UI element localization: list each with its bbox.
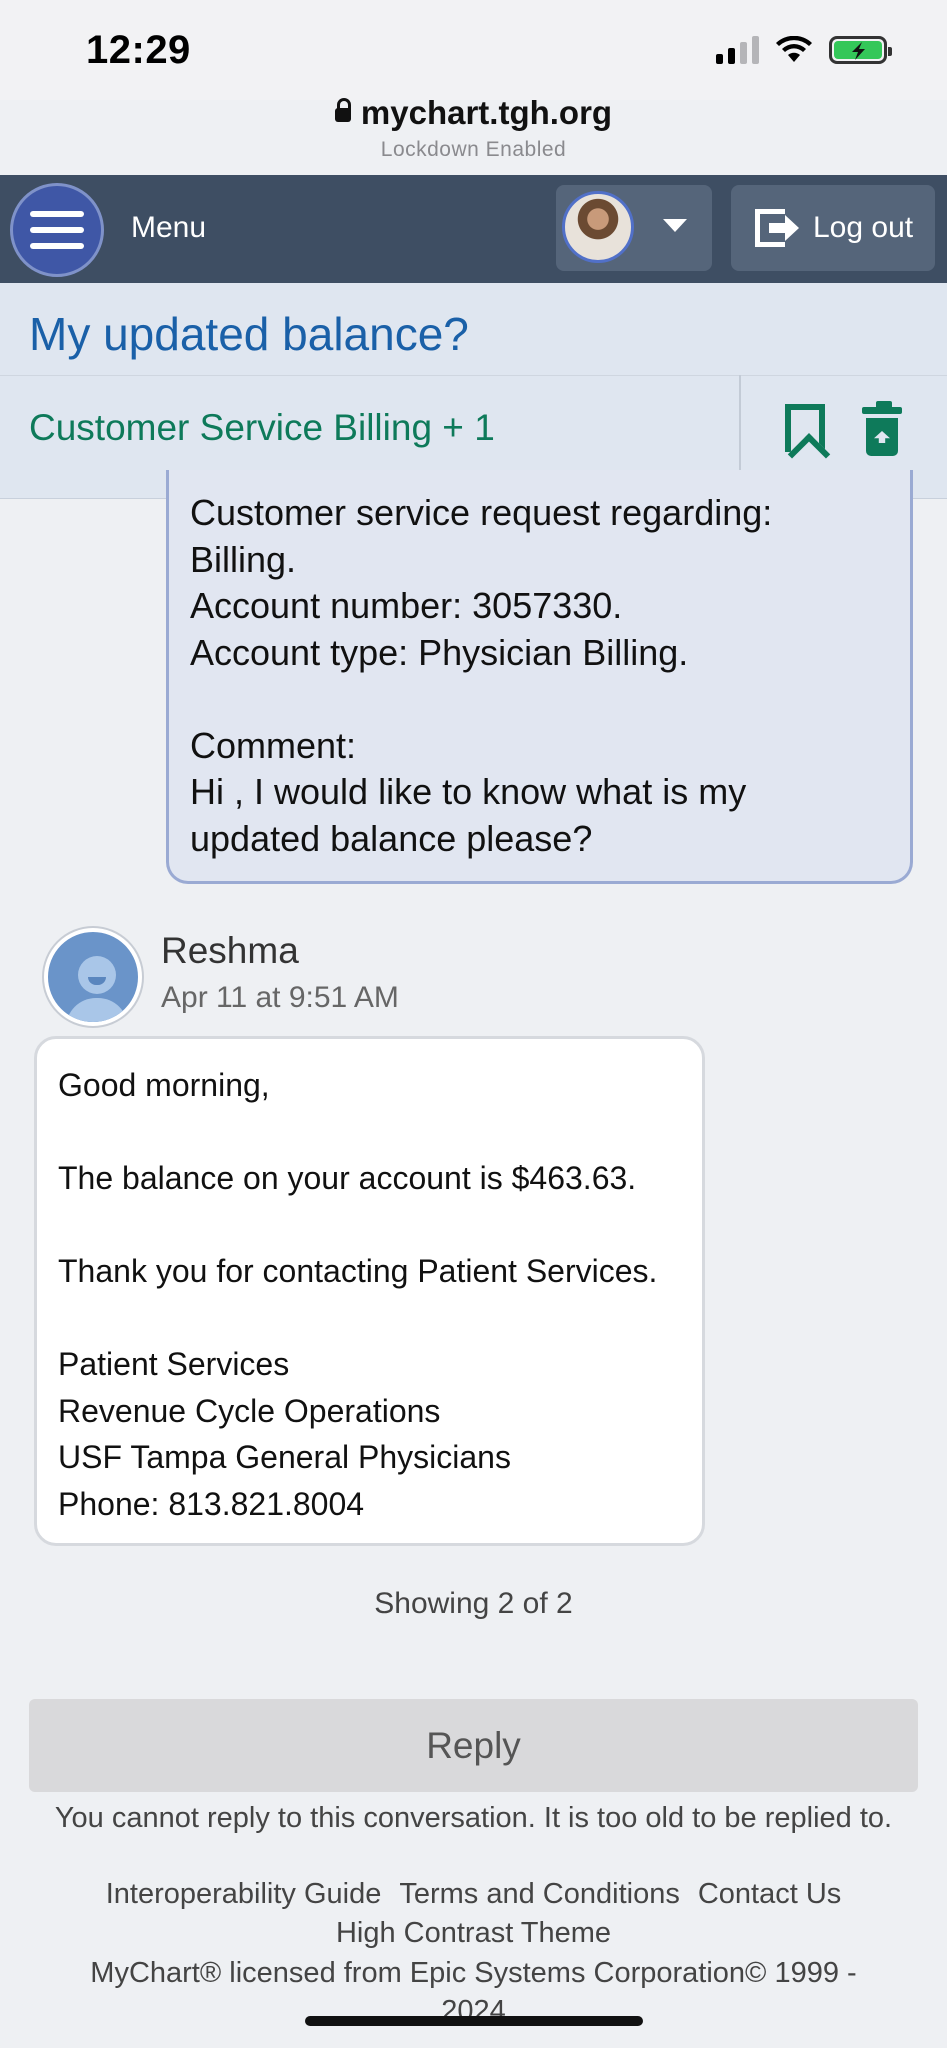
logout-button[interactable]: Log out [731,185,935,271]
conversation-header: My updated balance? Customer Service Bil… [0,283,947,499]
logout-label: Log out [813,211,914,244]
lockdown-label: Lockdown Enabled [380,138,567,161]
hamburger-icon [30,211,84,217]
high-contrast-link[interactable]: High Contrast Theme [0,1917,947,1950]
message-line [190,676,772,723]
avatar [562,191,634,263]
menu-button[interactable] [10,183,104,277]
message-line: The balance on your account is $463.63. [58,1160,637,1196]
logout-icon [755,209,799,247]
address-bar[interactable]: mychart.tgh.org [0,94,947,132]
chevron-down-icon [663,219,687,232]
url-text: mychart.tgh.org [360,94,613,131]
footer-link-terms[interactable]: Terms and Conditions [399,1878,679,1910]
message-line: Revenue Cycle Operations [58,1392,441,1429]
sender-avatar-icon [44,928,142,1026]
message-line [58,1202,657,1249]
status-icons [716,36,892,64]
divider [0,375,947,376]
copyright-line: MyChart® licensed from Epic Systems Corp… [90,1957,857,1989]
conversation-subject: My updated balance? [29,308,469,360]
wifi-icon [776,36,812,62]
status-bar: 12:29 [0,0,947,100]
bookmark-icon[interactable] [785,404,825,452]
message-line: Good morning, [58,1067,270,1103]
divider [739,375,741,485]
message-timestamp: Apr 11 at 9:51 AM [161,981,399,1014]
sent-message-body: Customer service request regarding: Bill… [190,490,772,862]
cellular-signal-icon [716,36,759,64]
message-line [58,1109,657,1156]
sender-name: Reshma [161,930,299,971]
menu-label[interactable]: Menu [131,211,206,245]
message-line: Phone: 813.821.8004 [58,1485,365,1522]
message-line: Customer service request regarding: [190,492,773,533]
message-line: Comment: [190,724,357,766]
footer-link-interoperability[interactable]: Interoperability Guide [106,1878,382,1910]
top-nav: Menu Log out [0,175,947,283]
conversation-recipients[interactable]: Customer Service Billing + 1 [29,407,495,449]
message-line [58,1295,657,1342]
message-line: Billing. [190,538,297,580]
lock-icon [334,98,351,122]
message-count: Showing 2 of 2 [374,1587,573,1620]
message-line: Account type: Physician Billing. [190,631,689,673]
received-message-bubble: Good morning, The balance on your accoun… [34,1036,705,1546]
message-line: Thank you for contacting Patient Service… [58,1253,658,1289]
footer-links: Interoperability Guide Terms and Conditio… [0,1878,947,1911]
status-time: 12:29 [86,28,191,72]
account-switcher-button[interactable] [556,185,712,271]
message-line: USF Tampa General Physicians [58,1439,511,1475]
trash-icon[interactable] [862,401,902,457]
reply-disabled-note: You cannot reply to this conversation. I… [54,1802,893,1834]
message-line: Account number: 3057330. [190,585,623,626]
footer-link-contact[interactable]: Contact Us [698,1878,841,1910]
message-line: updated balance please? [190,817,593,859]
home-indicator[interactable] [305,2016,643,2026]
message-line: Patient Services [58,1346,290,1382]
reply-button[interactable]: Reply [29,1699,918,1792]
received-message-body: Good morning, The balance on your accoun… [58,1062,657,1527]
sent-message-bubble: Customer service request regarding: Bill… [166,470,913,884]
message-line: Hi , I would like to know what is my [190,771,747,812]
battery-icon [829,36,892,64]
